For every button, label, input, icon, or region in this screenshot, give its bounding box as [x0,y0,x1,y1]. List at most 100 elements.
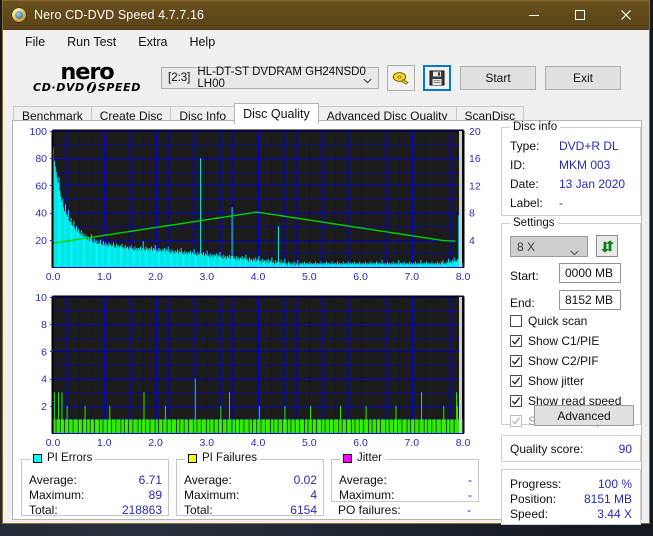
svg-text:8.0: 8.0 [456,271,471,283]
speed-value: 8 X [517,240,535,254]
jitter-title: Jitter [357,452,382,464]
disc-label-label: Label: [510,196,543,210]
svg-text:20: 20 [35,235,47,247]
checkbox-box [510,415,522,427]
maximize-button[interactable] [557,1,603,29]
start-input[interactable]: 0000 MB [559,263,621,283]
disc-id-value: MKM 003 [559,158,610,172]
pi-failures-average-label: Average: [184,473,232,487]
jitter-maximum-label: Maximum: [339,488,394,502]
advanced-button[interactable]: Advanced [534,405,634,426]
svg-text:0.0: 0.0 [46,271,61,283]
pi-failures-maximum-label: Maximum: [184,488,239,502]
svg-text:4: 4 [469,235,475,247]
pi-failures-total-value: 6154 [237,503,317,517]
svg-text:4: 4 [41,374,47,386]
svg-text:6.0: 6.0 [353,437,368,449]
pi-failures-stats-box: PI Failures Average: 0.02 Maximum: 4 Tot… [176,459,324,516]
checkbox-box [510,315,522,327]
nero-logo: nero CD·DVD SPEED [17,63,157,94]
svg-text:20: 20 [469,126,481,138]
nero-wordmark: nero [16,63,159,82]
checkbox-box [510,395,522,407]
disc-id-label: ID: [510,158,525,172]
chevron-down-icon [570,245,579,259]
start-label: Start: [510,269,539,283]
quality-score-value: 90 [550,442,632,456]
refresh-button[interactable] [596,235,618,257]
settings-title: Settings [510,217,558,229]
toolbar: nero CD·DVD SPEED [2:3] HL-DT-ST DVDRAM … [3,55,649,101]
jitter-maximum-value: - [392,488,472,502]
drive-name: HL-DT-ST DVDRAM GH24NSD0 LH00 [197,66,378,90]
show-c1-pie-label: Show C1/PIE [528,334,599,348]
jitter-average-label: Average: [339,473,387,487]
pi-errors-maximum-value: 89 [82,488,162,502]
svg-text:3.0: 3.0 [199,271,214,283]
speed-value: 3.44 X [550,507,632,521]
progress-value: 100 % [550,477,632,491]
end-input[interactable]: 8152 MB [559,290,621,310]
svg-text:8: 8 [469,208,475,220]
disc-type-value: DVD+R DL [559,139,619,153]
start-button[interactable]: Start [460,66,536,90]
refresh-arrows-icon [600,239,615,254]
quick-scan-label: Quick scan [528,314,587,328]
show-c2-pif-checkbox[interactable]: Show C2/PIF [510,354,599,368]
show-c1-pie-checkbox[interactable]: Show C1/PIE [510,334,599,348]
jitter-stats-box: Jitter Average: - Maximum: - [331,459,479,502]
pi-failures-legend: PI Failures [185,452,260,464]
exit-button[interactable]: Exit [545,66,621,90]
svg-text:2.0: 2.0 [148,437,163,449]
show-jitter-checkbox[interactable]: Show jitter [510,374,584,388]
svg-text:3.0: 3.0 [199,437,214,449]
pi-errors-average-value: 6.71 [82,473,162,487]
svg-text:1.0: 1.0 [97,437,112,449]
svg-text:1.0: 1.0 [97,271,112,283]
pi-failures-plot: 0.01.02.03.04.05.06.07.08.0246810 [13,287,499,455]
pi-errors-total-label: Total: [29,503,58,517]
menu-bar: File Run Test Extra Help [3,30,649,55]
show-jitter-label: Show jitter [528,374,584,388]
speed-label: Speed: [510,507,548,521]
drive-select[interactable]: [2:3] HL-DT-ST DVDRAM GH24NSD0 LH00 [161,67,379,89]
pi-errors-title: PI Errors [47,452,92,464]
pi-failures-average-value: 0.02 [237,473,317,487]
pi-errors-color-swatch [33,454,42,463]
menu-item-help[interactable]: Help [179,32,225,52]
svg-text:2: 2 [41,401,47,413]
pi-failures-title: PI Failures [202,452,257,464]
tab-disc-quality[interactable]: Disc Quality [234,103,319,124]
eject-button[interactable] [387,65,415,91]
svg-text:60: 60 [35,180,47,192]
end-label: End: [510,296,535,310]
pi-errors-plot: 0.01.02.03.04.05.06.07.08.02040608010048… [13,121,499,289]
pi-errors-total-value: 218863 [82,503,162,517]
menu-item-run-test[interactable]: Run Test [57,32,126,52]
svg-text:40: 40 [35,208,47,220]
minimize-button[interactable] [511,1,557,29]
svg-text:7.0: 7.0 [404,437,419,449]
menu-item-file[interactable]: File [15,32,55,52]
quick-scan-checkbox[interactable]: Quick scan [510,314,587,328]
close-button[interactable] [603,1,649,29]
disc-date-value: 13 Jan 2020 [559,177,625,191]
svg-text:8: 8 [41,319,47,331]
svg-text:100: 100 [29,126,47,138]
pi-errors-legend: PI Errors [30,452,95,464]
jitter-color-swatch [343,454,352,463]
svg-text:4.0: 4.0 [251,437,266,449]
app-icon [11,7,27,23]
menu-item-extra[interactable]: Extra [128,32,177,52]
save-button[interactable] [423,65,451,91]
svg-text:0.0: 0.0 [46,437,61,449]
save-floppy-icon [429,70,445,86]
checkbox-box [510,375,522,387]
svg-text:5.0: 5.0 [302,271,317,283]
show-c2-pif-label: Show C2/PIF [528,354,599,368]
progress-box: Progress: 100 % Position: 8151 MB Speed:… [501,469,641,525]
po-failures-value: - [391,503,471,517]
title-bar: Nero CD-DVD Speed 4.7.7.16 [3,1,649,30]
speed-select[interactable]: 8 X [510,236,588,257]
svg-text:10: 10 [35,292,47,304]
